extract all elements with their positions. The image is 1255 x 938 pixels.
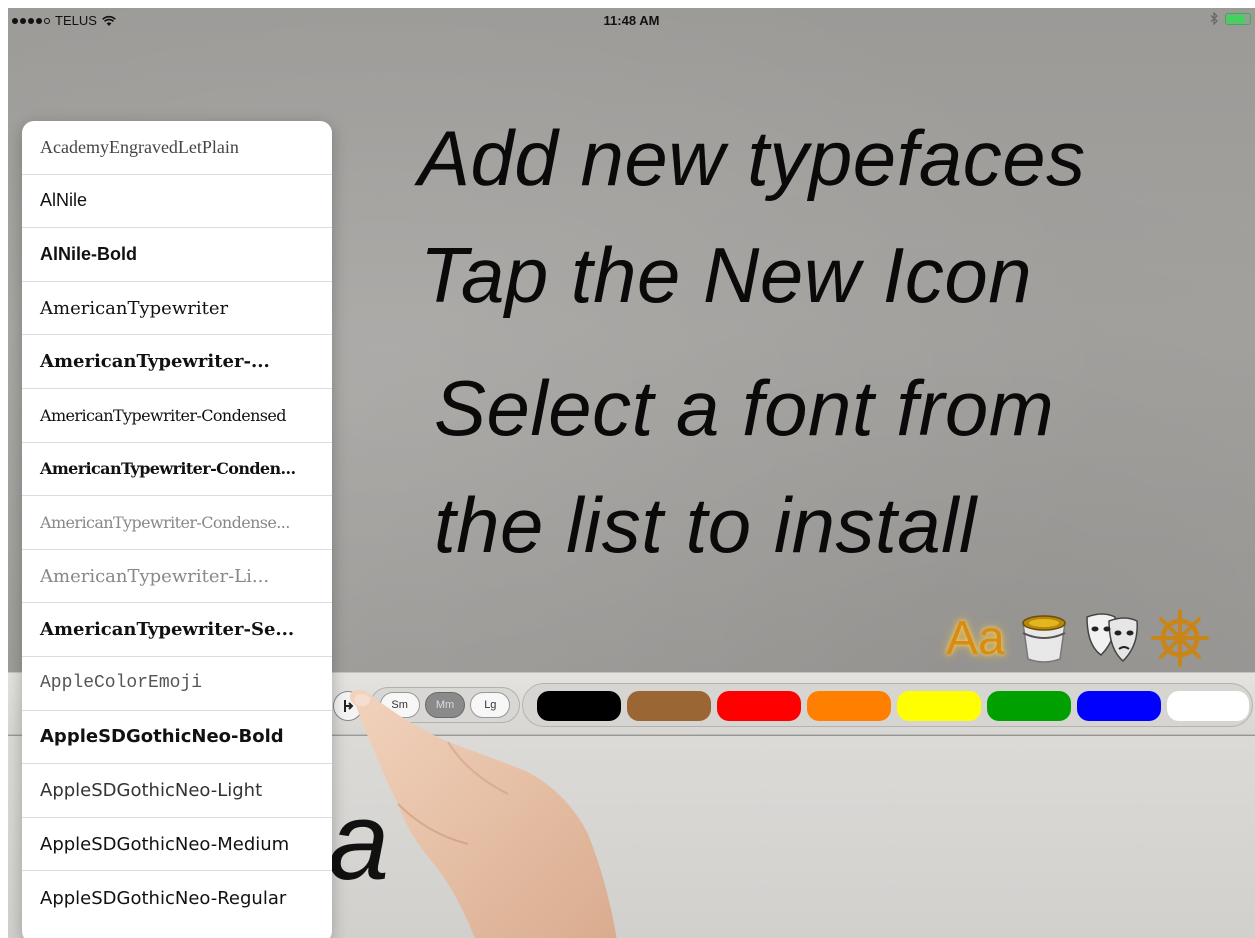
color-swatch-green[interactable]: [987, 691, 1071, 721]
app-screen: TELUS 11:48 AM Add new typefaces Tap the…: [8, 8, 1255, 938]
status-time: 11:48 AM: [603, 13, 660, 28]
font-list-item[interactable]: AmericanTypewriter-Condensed: [22, 389, 332, 443]
tool-icons: Aa: [946, 603, 1209, 673]
ship-wheel-icon[interactable]: [1150, 609, 1209, 667]
color-swatch-blue[interactable]: [1077, 691, 1161, 721]
font-list-item[interactable]: AmericanTypewriter-Conden...: [22, 443, 332, 497]
color-swatch-red[interactable]: [717, 691, 801, 721]
font-list-item[interactable]: AmericanTypewriter-Condense...: [22, 496, 332, 550]
paint-bucket-icon[interactable]: [1015, 609, 1073, 667]
font-list-item[interactable]: AlNile: [22, 175, 332, 229]
font-list-item[interactable]: AmericanTypewriter-Se...: [22, 603, 332, 657]
color-swatch-orange[interactable]: [807, 691, 891, 721]
font-list-item[interactable]: AmericanTypewriter: [22, 282, 332, 336]
status-right: [1209, 12, 1251, 25]
instruction-line-1: Add new typefaces: [418, 114, 1086, 202]
theater-masks-icon[interactable]: [1083, 609, 1141, 667]
font-list-item[interactable]: AppleSDGothicNeo-Bold: [22, 711, 332, 765]
font-list-item[interactable]: AmericanTypewriter-Li...: [22, 550, 332, 604]
bluetooth-icon: [1210, 12, 1218, 25]
font-list-item[interactable]: AmericanTypewriter-...: [22, 335, 332, 389]
pointing-hand-image: [349, 689, 617, 938]
font-list-item[interactable]: AcademyEngravedLetPlain: [22, 121, 332, 175]
text-tool-icon[interactable]: Aa: [946, 611, 1005, 666]
font-list-item[interactable]: AppleSDGothicNeo-Medium: [22, 818, 332, 872]
font-list-item[interactable]: AppleColorEmoji: [22, 657, 332, 711]
color-swatch-yellow[interactable]: [897, 691, 981, 721]
battery-icon: [1225, 12, 1251, 25]
instruction-line-2: Tap the New Icon: [420, 231, 1033, 319]
status-bar: TELUS 11:48 AM: [8, 8, 1255, 32]
instruction-line-3: Select a font from: [434, 364, 1055, 452]
font-list-item[interactable]: AppleSDGothicNeo-Light: [22, 764, 332, 818]
font-list-item[interactable]: AlNile-Bold: [22, 228, 332, 282]
instruction-line-4: the list to install: [434, 481, 977, 569]
color-swatch-white[interactable]: [1167, 691, 1249, 721]
font-list-item[interactable]: AppleSDGothicNeo-Regular: [22, 871, 332, 925]
font-list-popover: AcademyEngravedLetPlain AlNile AlNile-Bo…: [22, 121, 332, 938]
